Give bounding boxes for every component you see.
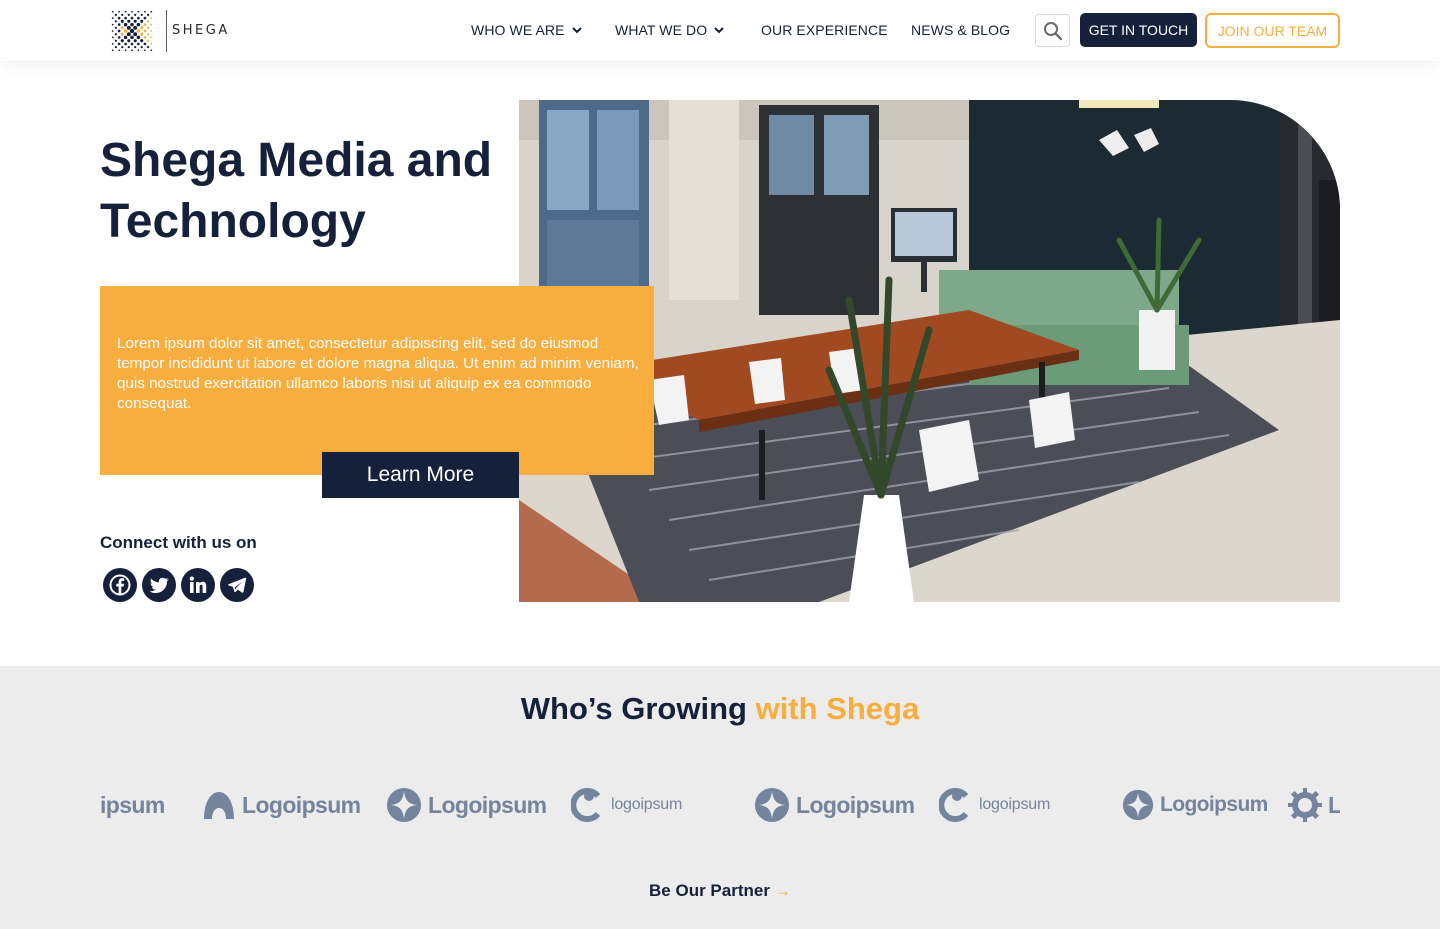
- star-logo-icon: [1122, 789, 1154, 821]
- c-logo-icon: [571, 788, 601, 822]
- partner-logo: logoipsum: [571, 776, 682, 834]
- partner-logo: Logoipsum: [754, 776, 915, 834]
- star-logo-icon: [387, 788, 421, 822]
- gear-logo-icon: [1288, 788, 1322, 822]
- nav-who-we-are-label: WHO WE ARE: [471, 22, 565, 38]
- nav-news-blog[interactable]: NEWS & BLOG: [911, 22, 1010, 38]
- social-links: [103, 568, 259, 602]
- partner-logo-text: ipsum: [100, 791, 165, 818]
- nav-what-we-do-label: WHAT WE DO: [615, 22, 708, 38]
- nav-news-blog-label: NEWS & BLOG: [911, 22, 1011, 38]
- arch-logo-icon: [204, 792, 234, 819]
- linkedin-link[interactable]: [181, 568, 215, 602]
- telegram-link[interactable]: [220, 568, 254, 602]
- telegram-icon: [228, 577, 247, 593]
- site-header: SHEGA WHO WE ARE WHAT WE DO OUR EXPERIEN…: [0, 0, 1440, 61]
- partners-section: Who’s Growing with Shega ipsum Logoipsum…: [0, 666, 1440, 929]
- twitter-icon: [149, 577, 169, 594]
- nav-what-we-do[interactable]: WHAT WE DO: [615, 22, 725, 38]
- partner-logo-text: logoipsum: [611, 796, 683, 813]
- logo-divider: [166, 9, 167, 52]
- partner-logo-text: Logoipsum: [428, 791, 547, 818]
- partner-logo: ipsum: [100, 776, 165, 834]
- search-icon: [1043, 21, 1062, 40]
- join-our-team-button[interactable]: JOIN OUR TEAM: [1205, 13, 1340, 48]
- partner-logo-text: Lo: [1328, 791, 1340, 818]
- twitter-link[interactable]: [142, 568, 176, 602]
- star-logo-icon: [755, 788, 789, 822]
- partner-logo: Logoipsum: [386, 776, 547, 834]
- be-our-partner-label: Be Our Partner: [649, 881, 770, 900]
- partner-logo-text: Logoipsum: [1160, 793, 1268, 816]
- c-logo-icon: [939, 788, 969, 822]
- partner-logo-carousel[interactable]: ipsum Logoipsum Logoipsum logoipsum Logo…: [100, 776, 1340, 834]
- search-button[interactable]: [1035, 14, 1070, 47]
- partner-logo-text: Logoipsum: [796, 791, 915, 818]
- partner-logo-text: Logoipsum: [242, 791, 361, 818]
- get-in-touch-button[interactable]: GET IN TOUCH: [1080, 13, 1197, 47]
- facebook-icon: [109, 574, 131, 596]
- chevron-down-icon: [571, 27, 582, 34]
- nav-who-we-are[interactable]: WHO WE ARE: [471, 22, 583, 38]
- chevron-down-icon: [714, 27, 724, 34]
- linkedin-icon: [189, 576, 207, 593]
- hero-description: Lorem ipsum dolor sit amet, consectetur …: [117, 335, 639, 412]
- learn-more-button[interactable]: Learn More: [322, 452, 519, 498]
- partner-logo-text: logoipsum: [979, 796, 1051, 813]
- partners-title-main: Who’s Growing: [520, 691, 747, 726]
- partner-logo: logoipsum: [939, 776, 1050, 834]
- facebook-link[interactable]: [103, 568, 137, 602]
- nav-our-experience[interactable]: OUR EXPERIENCE: [761, 22, 888, 38]
- partner-logo: Logoipsum: [1122, 776, 1268, 834]
- shega-logo[interactable]: SHEGA: [104, 0, 230, 61]
- arrow-right-icon: →: [773, 881, 791, 900]
- partner-logo: Lo: [1288, 776, 1340, 834]
- partner-logo: Logoipsum: [202, 776, 361, 834]
- be-our-partner-link[interactable]: Be Our Partner →: [0, 881, 1440, 901]
- partners-title: Who’s Growing with Shega: [0, 691, 1440, 727]
- shega-logo-icon: [111, 10, 153, 51]
- partners-title-accent: with Shega: [755, 691, 920, 726]
- nav-our-experience-label: OUR EXPERIENCE: [761, 22, 888, 38]
- hero-title: Shega Media and Technology: [100, 134, 493, 248]
- logo-text: SHEGA: [172, 23, 230, 38]
- connect-label: Connect with us on: [100, 533, 257, 552]
